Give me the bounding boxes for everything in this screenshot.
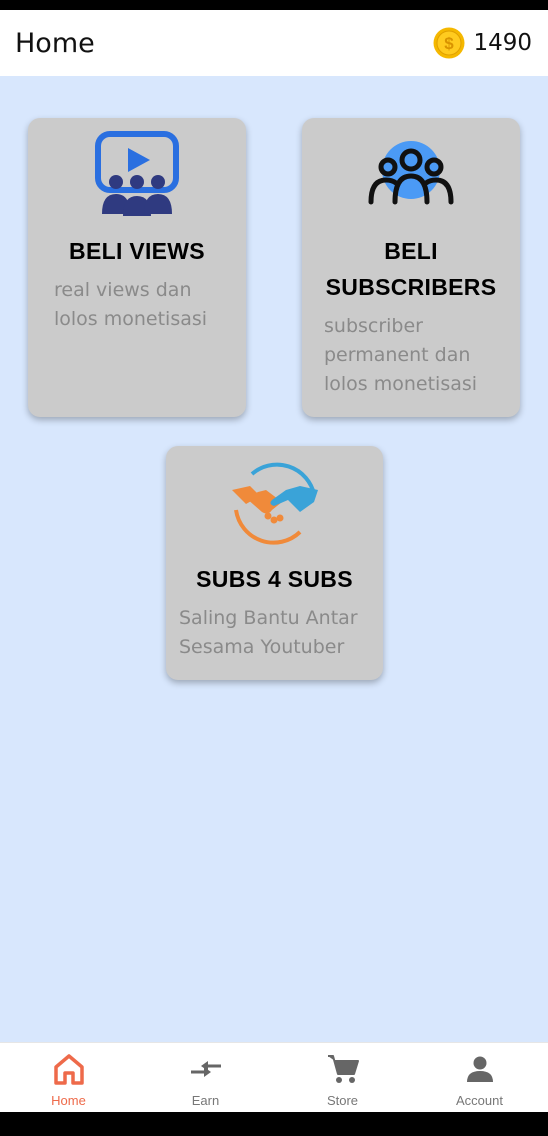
- users-group-icon: [368, 141, 454, 205]
- nav-account[interactable]: Account: [411, 1043, 548, 1112]
- video-audience-icon: [95, 131, 179, 216]
- card-title: BELI VIEWS: [69, 238, 205, 264]
- page-title: Home: [15, 27, 95, 59]
- coin-balance[interactable]: $ 1490: [433, 27, 532, 59]
- app-bar: Home $ 1490: [0, 10, 548, 76]
- handshake-icon: [232, 462, 318, 545]
- status-bar: [0, 0, 548, 10]
- home-icon: [53, 1054, 84, 1085]
- nav-label: Store: [326, 1093, 359, 1108]
- nav-label: Earn: [191, 1093, 220, 1108]
- card-beli-subscribers[interactable]: BELI SUBSCRIBERS subscriber permanent da…: [302, 118, 520, 417]
- home-content: BELI VIEWS real views dan lolos monetisa…: [0, 76, 548, 1042]
- system-navigation-bar: [0, 1112, 548, 1136]
- exchange-icon: [190, 1061, 221, 1077]
- card-description: subscriber permanent dan lolos monetisas…: [324, 315, 478, 395]
- nav-store[interactable]: Store: [274, 1043, 411, 1112]
- nav-earn[interactable]: Earn: [137, 1043, 274, 1112]
- bottom-navigation: Home Earn Store Account: [0, 1042, 548, 1112]
- card-description: real views dan lolos monetisasi: [54, 279, 208, 330]
- person-icon: [466, 1056, 493, 1082]
- card-description: Saling Bantu Antar Sesama Youtuber: [179, 607, 358, 658]
- card-subs-4-subs[interactable]: SUBS 4 SUBS Saling Bantu Antar Sesama Yo…: [166, 446, 383, 680]
- nav-home[interactable]: Home: [0, 1043, 137, 1112]
- card-beli-views[interactable]: BELI VIEWS real views dan lolos monetisa…: [28, 118, 246, 417]
- coin-count: 1490: [473, 30, 532, 56]
- svg-text:$: $: [445, 34, 455, 53]
- coin-icon: $: [433, 27, 465, 59]
- card-title: BELI SUBSCRIBERS: [325, 238, 497, 300]
- cart-icon: [327, 1055, 359, 1083]
- nav-label: Home: [51, 1093, 86, 1108]
- card-title: SUBS 4 SUBS: [196, 566, 353, 592]
- nav-label: Account: [456, 1093, 503, 1108]
